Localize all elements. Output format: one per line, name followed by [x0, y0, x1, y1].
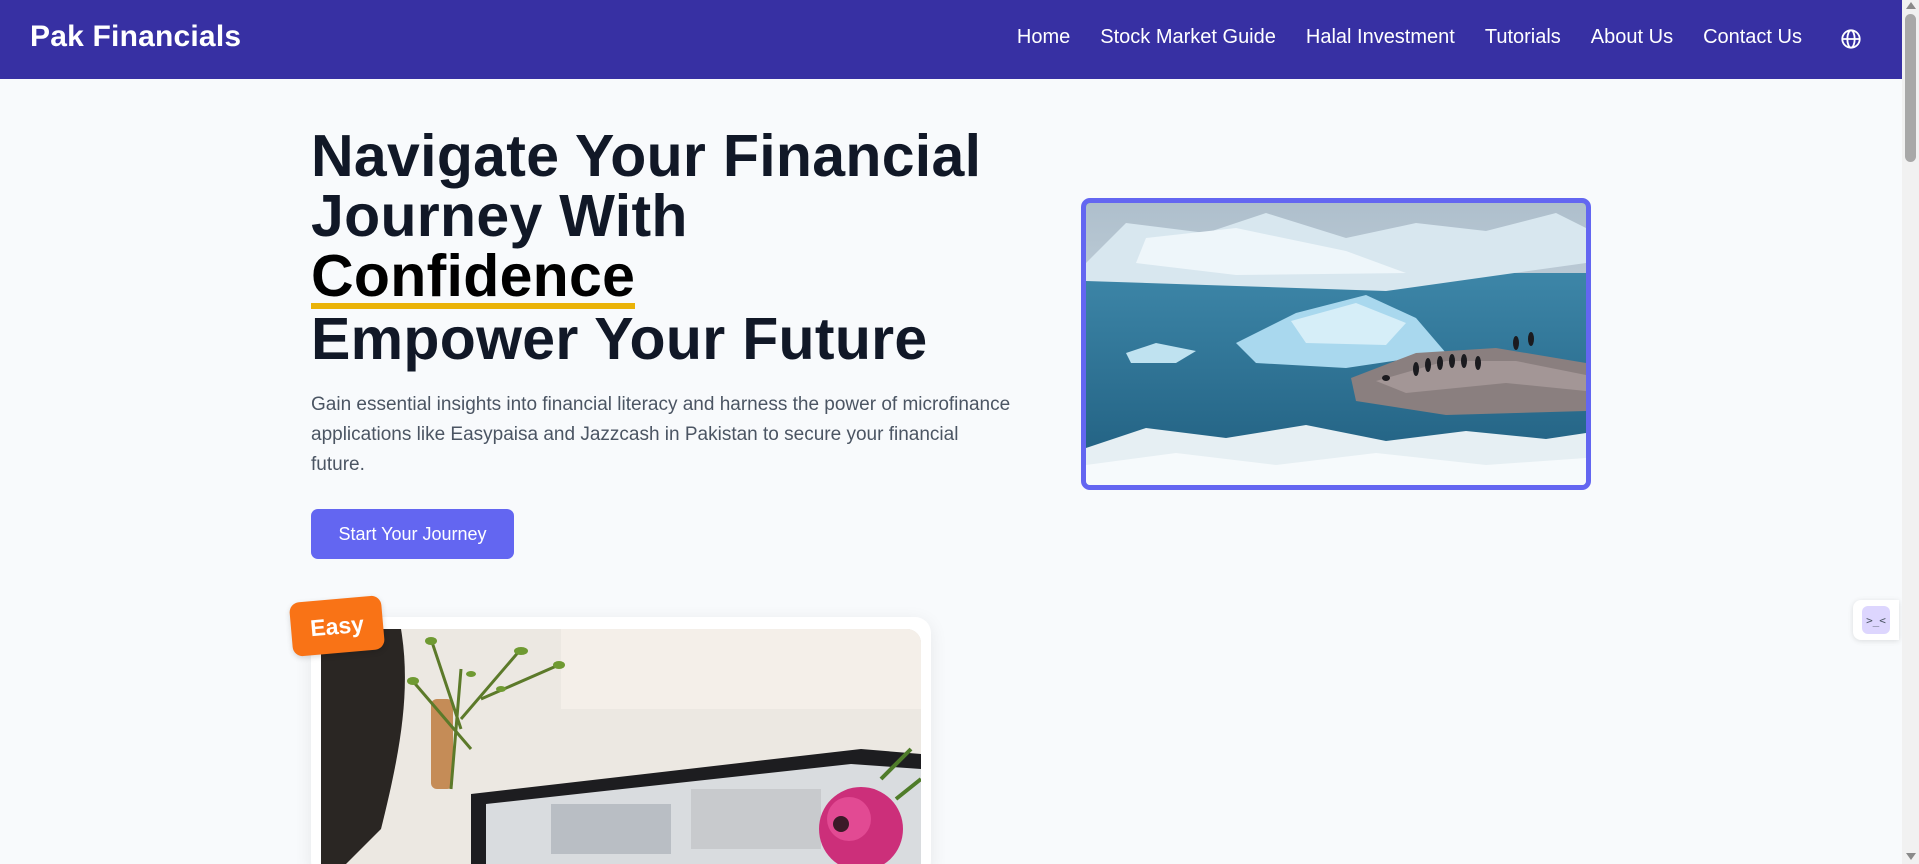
nav-link-contact-us[interactable]: Contact Us — [1703, 26, 1802, 49]
hero-title-line-1: Navigate Your Financial — [311, 123, 982, 189]
globe-icon[interactable] — [1840, 28, 1862, 50]
hero-title-highlight: Confidence — [311, 243, 636, 309]
card-image-laptop-flowers — [321, 629, 921, 864]
easy-badge: Easy — [288, 595, 386, 657]
page-scrollbar[interactable] — [1902, 0, 1919, 864]
assistant-icon: >_< — [1862, 606, 1890, 634]
nav-link-stock-market-guide[interactable]: Stock Market Guide — [1100, 26, 1276, 49]
hero-title-line-4: Empower Your Future — [311, 306, 928, 372]
top-navbar: Pak Financials Home Stock Market Guide H… — [0, 0, 1902, 79]
hero-image-icebergs-penguins — [1081, 198, 1591, 490]
floating-assistant-widget[interactable]: >_< — [1853, 600, 1899, 640]
nav-link-home[interactable]: Home — [1017, 26, 1070, 49]
start-journey-button[interactable]: Start Your Journey — [311, 509, 514, 559]
hero-title: Navigate Your Financial Journey With Con… — [311, 126, 981, 369]
scrollbar-thumb[interactable] — [1905, 14, 1916, 162]
scroll-down-arrow-icon[interactable] — [1906, 853, 1916, 860]
brand-logo[interactable]: Pak Financials — [30, 20, 241, 54]
scroll-up-arrow-icon[interactable] — [1906, 2, 1916, 9]
hero-title-line-2: Journey With — [311, 183, 688, 249]
feature-card[interactable] — [311, 617, 931, 864]
nav-link-tutorials[interactable]: Tutorials — [1485, 26, 1561, 49]
nav-link-about-us[interactable]: About Us — [1591, 26, 1673, 49]
nav-link-halal-investment[interactable]: Halal Investment — [1306, 26, 1455, 49]
hero-description: Gain essential insights into financial l… — [311, 394, 1011, 475]
nav-links: Home Stock Market Guide Halal Investment… — [1017, 26, 1802, 49]
